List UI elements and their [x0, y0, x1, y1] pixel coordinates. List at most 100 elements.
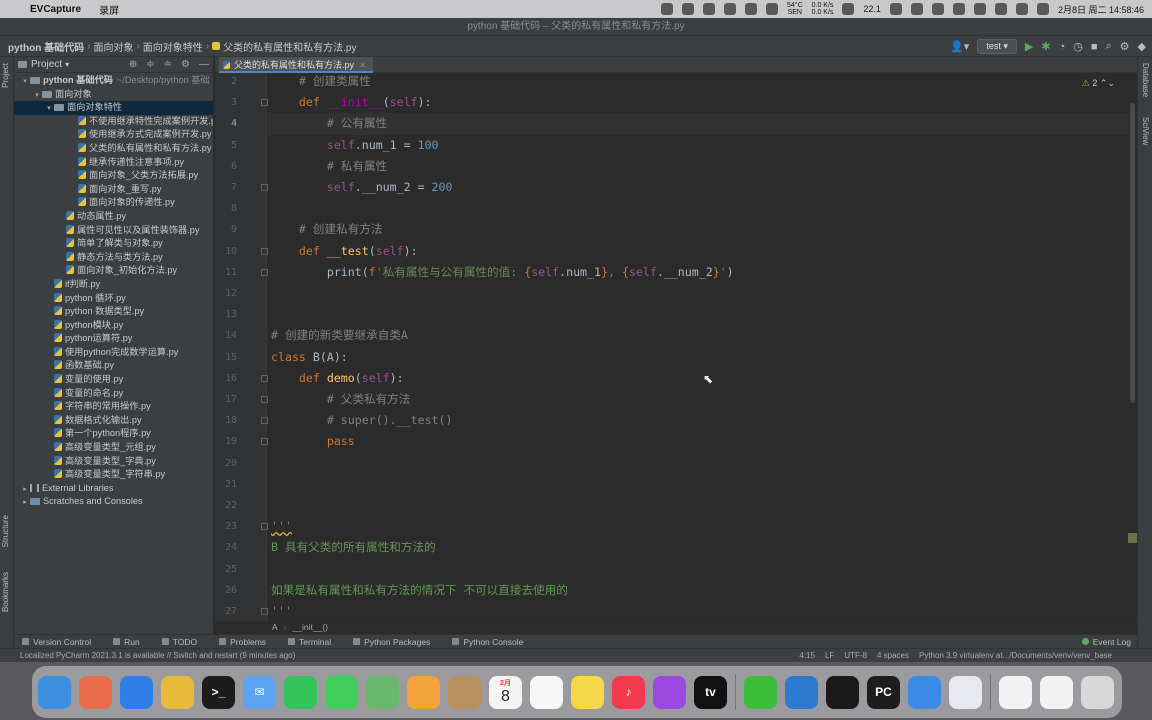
nav-crumb-oop-features[interactable]: 面向对象特性 [143, 39, 203, 54]
chevron-right-icon[interactable]: ▸ [20, 483, 30, 496]
locate-icon[interactable]: ⊕ [129, 59, 137, 70]
line-number[interactable]: 11 [215, 262, 237, 283]
code-line[interactable] [271, 559, 1131, 580]
expand-all-icon[interactable]: ≑ [146, 59, 154, 70]
dock-pycharm-icon[interactable]: PC [867, 675, 900, 709]
code-line[interactable]: self.__num_2 = 200 [271, 177, 1131, 198]
code-editor[interactable]: 2 3 4 5 6 7 8 9 10 11 12 13 14 15 16 17 18 19 20 21 22 23 24 25… [215, 73, 1137, 620]
code-line[interactable]: self.num_1 = 100 [271, 135, 1131, 156]
tree-file[interactable]: 使用python完成数学运算.py [14, 346, 213, 360]
menubar-app-name[interactable]: EVCapture [30, 4, 81, 15]
fold-marker-icon[interactable] [261, 438, 268, 446]
tree-file[interactable]: 变量的使用.py [14, 373, 213, 387]
dock-recent-window-2-icon[interactable] [1040, 675, 1073, 709]
tree-file[interactable]: 继承传递性注意事项.py [14, 156, 213, 170]
code-line[interactable]: ''' [271, 516, 1131, 537]
dock-messages-icon[interactable] [325, 675, 358, 709]
line-separator[interactable]: LF [825, 649, 834, 662]
battery-icon[interactable] [842, 3, 855, 15]
fold-marker-icon[interactable] [261, 268, 268, 276]
code-line[interactable]: # super().__test() [271, 410, 1131, 431]
tree-file[interactable]: python 循环.py [14, 292, 213, 306]
tree-file[interactable]: 简单了解类与对象.py [14, 237, 213, 251]
battery-percent[interactable]: 22.1 [863, 4, 881, 14]
line-number[interactable]: 24 [215, 537, 237, 558]
debug-icon[interactable]: ✱ [1041, 40, 1050, 53]
dock-facetime-icon[interactable] [284, 675, 317, 709]
breadcrumb-method[interactable]: __init__() [293, 622, 328, 632]
dock-finder-icon[interactable] [38, 675, 71, 709]
tool-python-packages[interactable]: Python Packages [353, 637, 430, 647]
tree-file[interactable]: 面向对象_初始化方法.py [14, 264, 213, 278]
link-icon[interactable] [681, 3, 694, 15]
bluetooth-icon[interactable] [910, 3, 923, 15]
tree-file[interactable]: 面向对象_重写.py [14, 183, 213, 197]
file-encoding[interactable]: UTF-8 [844, 649, 867, 662]
fold-marker-icon[interactable] [261, 99, 268, 107]
code-line[interactable] [271, 474, 1131, 495]
dock-qq-icon[interactable] [826, 675, 859, 709]
dock-terminal-icon[interactable]: >_ [202, 675, 235, 709]
tool-todo[interactable]: TODO [161, 637, 197, 647]
breadcrumb-class[interactable]: A [272, 622, 278, 632]
user-icon[interactable]: 👤▾ [950, 40, 969, 53]
project-view-select[interactable]: Project [31, 59, 62, 70]
tool-window-database[interactable]: Database [1141, 63, 1150, 97]
code-line[interactable]: # 私有属性 [271, 156, 1131, 177]
code-line[interactable] [271, 304, 1131, 325]
line-number[interactable]: 20 [215, 453, 237, 474]
dock-baidu-netdisk-icon[interactable] [908, 675, 941, 709]
settings-gear-icon[interactable]: ⚙ [181, 59, 190, 70]
fold-marker-icon[interactable] [261, 374, 268, 382]
tool-window-bookmarks[interactable]: Bookmarks [1, 572, 10, 612]
run-configuration-select[interactable]: test ▾ [977, 39, 1017, 54]
tool-problems[interactable]: Problems [219, 637, 266, 647]
dock-calendar-icon[interactable]: 2月 8 [489, 675, 522, 709]
network-readout[interactable]: 0.0 K/s 0.0 K/s [812, 2, 834, 16]
code-line[interactable]: B 具有父类的所有属性和方法的 [271, 537, 1131, 558]
dock-podcasts-icon[interactable] [653, 675, 686, 709]
tool-version-control[interactable]: Version Control [22, 637, 91, 647]
line-number[interactable]: 15 [215, 347, 237, 368]
tree-folder[interactable]: ▾ 面向对象 [14, 88, 213, 102]
code-line[interactable]: # 创建的新类要继承自类A [271, 325, 1131, 346]
tool-window-project[interactable]: Project [1, 63, 10, 88]
line-number[interactable]: 14 [215, 325, 237, 346]
event-log-button[interactable]: Event Log [1081, 637, 1131, 647]
tool-run[interactable]: Run [113, 637, 140, 647]
line-number[interactable]: 19 [215, 431, 237, 452]
tool-python-console[interactable]: Python Console [452, 637, 523, 647]
menubar-datetime[interactable]: 2月8日 周二 14:58:46 [1058, 3, 1144, 16]
chevron-down-icon[interactable]: ⌄ [1107, 78, 1115, 88]
inspection-widget[interactable]: ⚠ 2 ⌃⌄ [1082, 78, 1115, 89]
siri-icon[interactable] [1036, 3, 1049, 15]
chevron-down-icon[interactable]: ▾ [65, 60, 69, 69]
code-line[interactable]: # 创建私有方法 [271, 219, 1131, 240]
chevron-right-icon[interactable]: ▸ [20, 496, 30, 509]
brightness-icon[interactable] [889, 3, 902, 15]
control-center-icon[interactable] [994, 3, 1007, 15]
chevron-down-icon[interactable]: ▾ [44, 102, 54, 115]
line-number[interactable]: 23 [215, 516, 237, 537]
line-number[interactable]: 22 [215, 495, 237, 516]
code-line[interactable] [271, 453, 1131, 474]
gear-icon[interactable] [723, 3, 736, 15]
dock-safari-icon[interactable] [120, 675, 153, 709]
scrollbar-thumb[interactable] [1130, 103, 1135, 403]
line-number[interactable]: 26 [215, 580, 237, 601]
line-number[interactable]: 18 [215, 410, 237, 431]
line-number[interactable]: 13 [215, 304, 237, 325]
dock-mail-icon[interactable]: ✉ [243, 675, 276, 709]
tree-file[interactable]: 面向对象_父类方法拓展.py [14, 169, 213, 183]
dock-contacts-icon[interactable] [448, 675, 481, 709]
code-line[interactable]: pass [271, 431, 1131, 452]
hide-icon[interactable]: — [199, 59, 209, 70]
fold-marker-icon[interactable] [261, 396, 268, 403]
dock-notes-icon[interactable] [571, 675, 604, 709]
line-number[interactable]: 3 [215, 92, 237, 113]
tree-file[interactable]: 动态属性.py [14, 210, 213, 224]
fold-marker-icon[interactable] [261, 184, 268, 191]
battery-status-icon[interactable] [952, 3, 965, 15]
tree-file[interactable]: 数据格式化输出.py [14, 414, 213, 428]
nav-crumb-oop[interactable]: 面向对象 [93, 39, 133, 54]
